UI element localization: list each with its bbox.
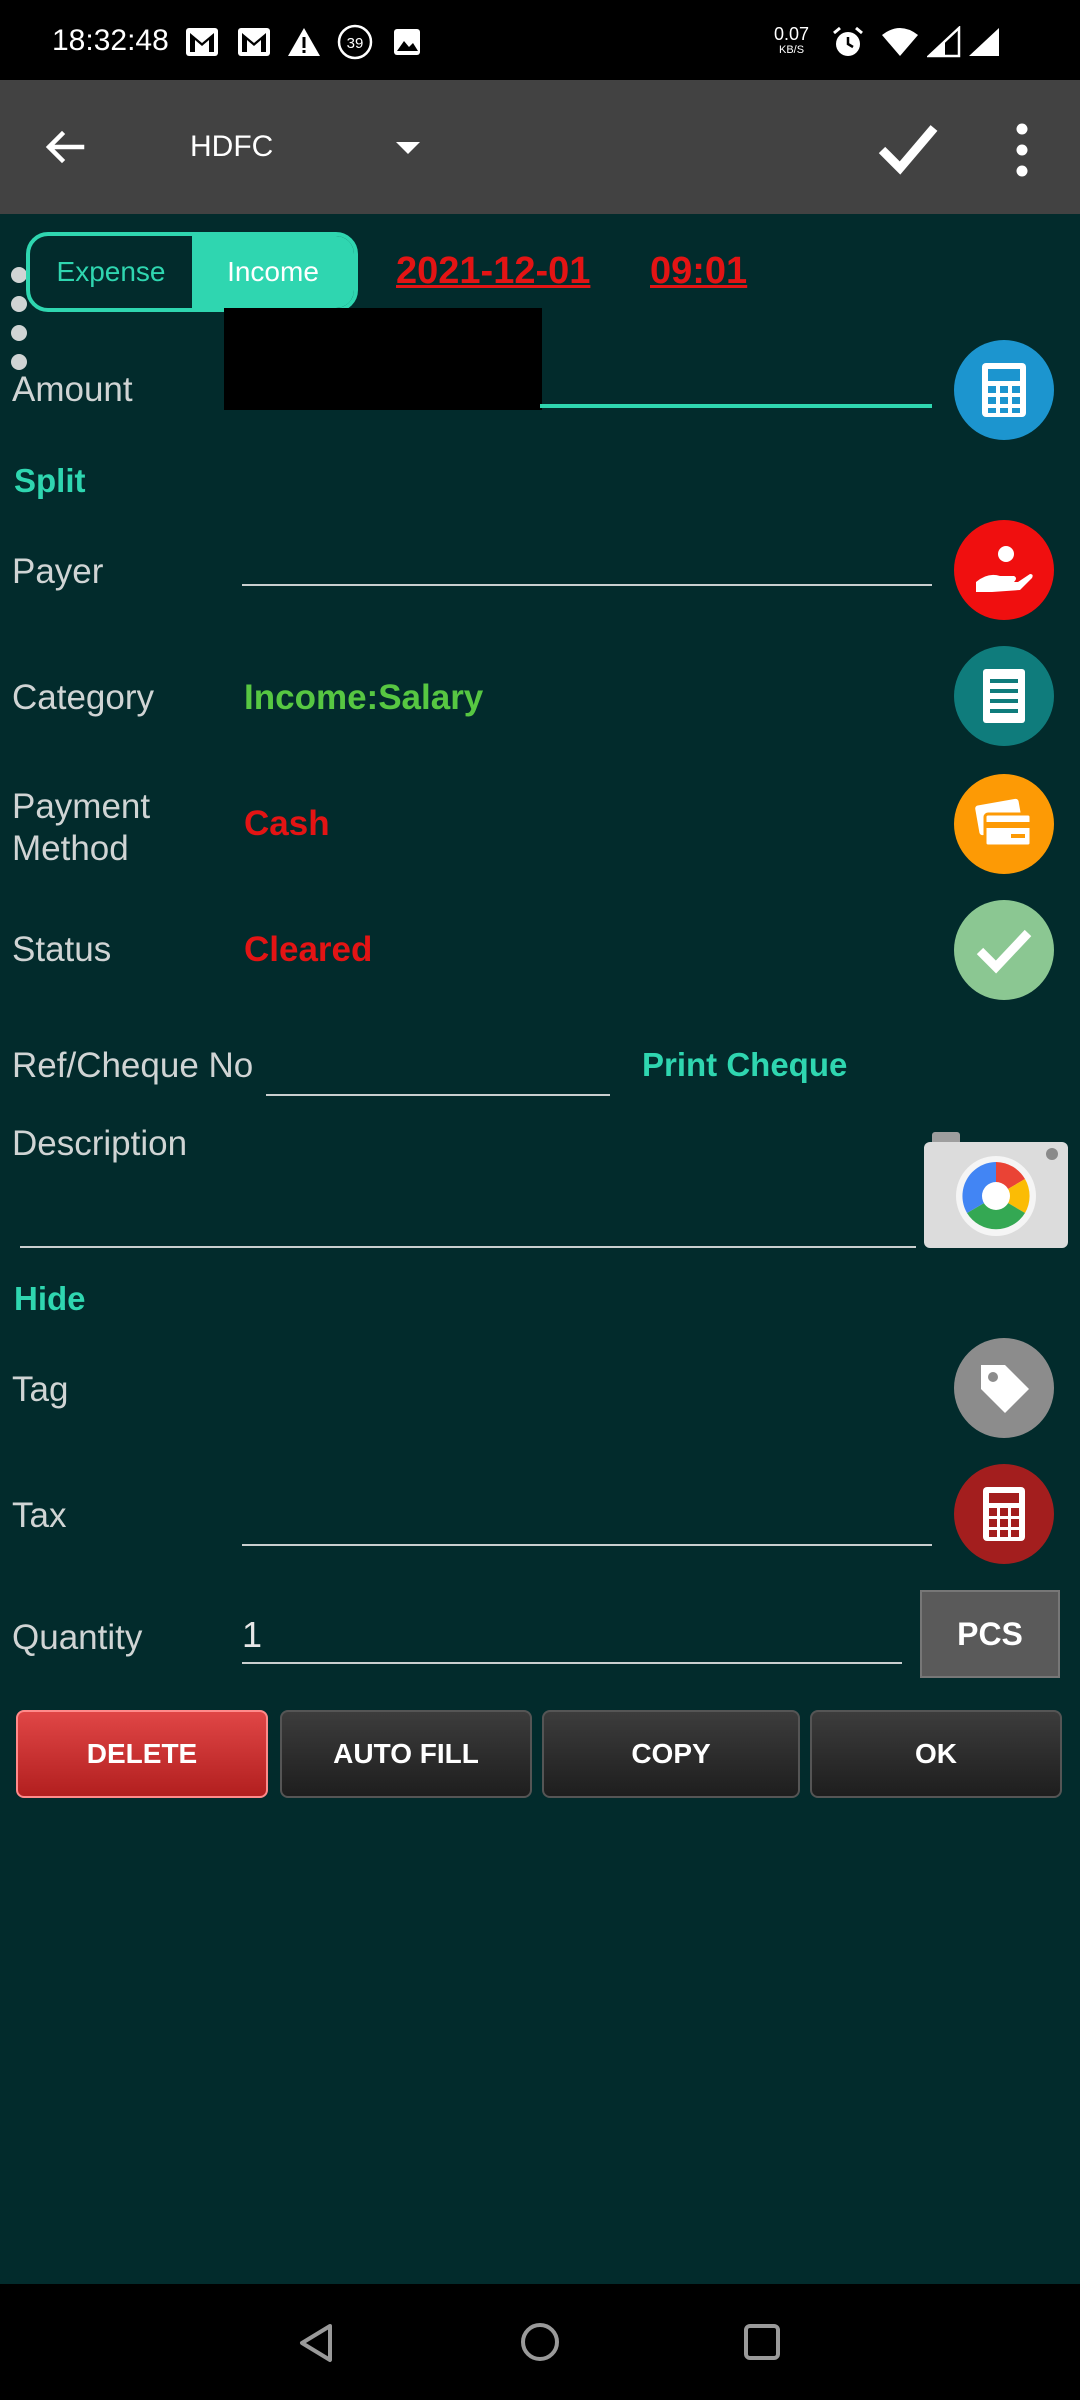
app-bar: HDFC — [0, 80, 1080, 214]
calculator-icon — [983, 1487, 1025, 1541]
payment-method-label: Payment Method — [12, 786, 150, 870]
wifi-icon — [880, 24, 920, 60]
tag-icon — [981, 1365, 1029, 1413]
status-bar: 18:32:48 39 0.07 KB/S — [0, 0, 1080, 80]
amount-redacted — [224, 308, 542, 410]
payment-method-value[interactable]: Cash — [244, 804, 330, 844]
payment-method-button[interactable] — [954, 774, 1054, 874]
description-label: Description — [12, 1124, 188, 1163]
nav-back-icon[interactable] — [296, 2322, 338, 2364]
tag-button[interactable] — [954, 1338, 1054, 1438]
dropdown-icon[interactable] — [390, 136, 426, 160]
tax-label: Tax — [12, 1496, 67, 1535]
gmail-icon — [236, 24, 272, 60]
payer-input[interactable] — [242, 584, 932, 586]
category-value[interactable]: Income:Salary — [244, 678, 483, 718]
quantity-underline — [242, 1662, 902, 1664]
tax-input[interactable] — [242, 1544, 932, 1546]
category-button[interactable] — [954, 646, 1054, 746]
amount-label: Amount — [12, 370, 133, 409]
expense-toggle[interactable]: Expense — [30, 236, 192, 308]
print-cheque-link[interactable]: Print Cheque — [642, 1046, 847, 1084]
date-link[interactable]: 2021-12-01 — [396, 250, 590, 293]
ref-cheque-input[interactable] — [266, 1094, 610, 1096]
copy-button[interactable]: COPY — [542, 1710, 800, 1798]
signal-icon — [966, 24, 1002, 60]
net-speed-value: 0.07 — [774, 24, 810, 44]
navigation-bar — [0, 2284, 1080, 2400]
auto-fill-button[interactable]: AUTO FILL — [280, 1710, 532, 1798]
payer-button[interactable] — [954, 520, 1054, 620]
checkmark-icon[interactable] — [876, 116, 940, 180]
image-icon — [390, 24, 424, 60]
unit-button[interactable]: PCS — [920, 1590, 1060, 1678]
time-link[interactable]: 09:01 — [650, 250, 747, 293]
tag-label: Tag — [12, 1370, 69, 1409]
alarm-icon — [830, 24, 866, 60]
status-time: 18:32:48 — [52, 24, 169, 57]
account-name[interactable]: HDFC — [190, 130, 273, 164]
status-button[interactable] — [954, 900, 1054, 1000]
warning-icon — [286, 24, 322, 60]
notification-badge-icon: 39 — [336, 24, 374, 60]
more-vert-icon[interactable] — [1000, 120, 1044, 180]
split-link[interactable]: Split — [14, 462, 86, 500]
calculator-icon — [982, 363, 1026, 417]
delete-button[interactable]: DELETE — [16, 1710, 268, 1798]
nav-recents-icon[interactable] — [742, 2322, 782, 2362]
payment-method-label-line1: Payment — [12, 787, 151, 826]
ref-cheque-label: Ref/Cheque No — [12, 1046, 254, 1085]
net-speed: 0.07 KB/S — [774, 24, 810, 58]
payment-method-label-line2: Method — [12, 829, 129, 868]
description-input[interactable] — [20, 1246, 916, 1248]
calculator-button[interactable] — [954, 340, 1054, 440]
quantity-label: Quantity — [12, 1618, 143, 1657]
hand-money-icon — [976, 546, 1033, 592]
list-icon — [983, 669, 1025, 723]
credit-card-icon — [975, 798, 1033, 848]
camera-icon — [924, 1132, 1068, 1248]
tax-calculator-button[interactable] — [954, 1464, 1054, 1564]
gmail-icon — [184, 24, 220, 60]
status-value[interactable]: Cleared — [244, 930, 372, 970]
notification-count: 39 — [347, 35, 364, 52]
category-label: Category — [12, 678, 155, 717]
quantity-input[interactable]: 1 — [242, 1614, 262, 1656]
back-arrow-icon[interactable] — [40, 122, 90, 172]
nav-home-icon[interactable] — [518, 2320, 562, 2364]
income-toggle[interactable]: Income — [192, 236, 354, 308]
status-label: Status — [12, 930, 112, 969]
checkmark-circle-icon — [976, 929, 1032, 974]
net-speed-unit: KB/S — [778, 44, 805, 56]
camera-button[interactable] — [924, 1130, 1068, 1248]
hide-link[interactable]: Hide — [14, 1280, 86, 1318]
ok-button[interactable]: OK — [810, 1710, 1062, 1798]
payer-label: Payer — [12, 552, 104, 591]
amount-input[interactable] — [540, 404, 932, 408]
transaction-type-toggle: Expense Income — [26, 232, 358, 312]
signal-icon — [926, 24, 962, 60]
